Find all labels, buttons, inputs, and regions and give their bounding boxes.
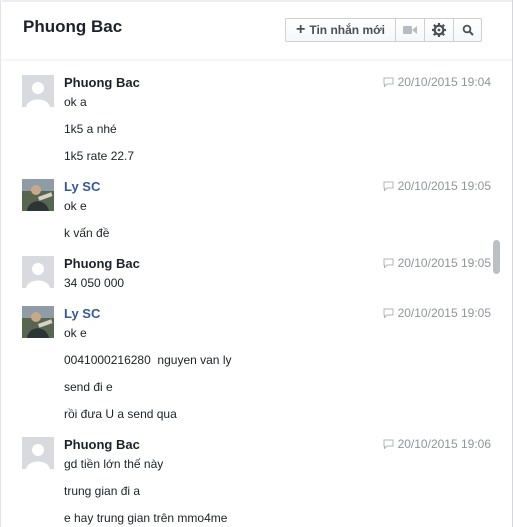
timestamp-text: 20/10/2015 19:05 [397, 179, 491, 193]
message-text: ok e [64, 199, 87, 213]
message-text: trung gian đi a [64, 484, 141, 498]
sender-name[interactable]: Phuong Bac [64, 75, 140, 90]
message-text: ok e [64, 326, 87, 340]
message-text: ok a [64, 95, 87, 109]
chat-bubble-icon [383, 308, 394, 318]
message-text: k vấn đề [64, 226, 110, 240]
sender-name[interactable]: Ly SC [64, 306, 100, 321]
scrollbar-thumb[interactable] [493, 240, 500, 274]
message-text: send đi e [64, 380, 113, 394]
default-avatar-icon [22, 256, 54, 288]
avatar[interactable] [22, 75, 54, 107]
sender-name[interactable]: Phuong Bac [64, 437, 140, 452]
chat-header: Phuong Bac + Tin nhắn mới [1, 0, 512, 60]
message-text: 1k5 a nhé [64, 122, 117, 136]
message-timestamp: 20/10/2015 19:05 [383, 306, 491, 320]
video-call-button[interactable] [396, 19, 425, 41]
timestamp-text: 20/10/2015 19:06 [397, 437, 491, 451]
message-timestamp: 20/10/2015 19:04 [383, 75, 491, 89]
plus-icon: + [296, 21, 306, 38]
header-toolbar: + Tin nhắn mới [285, 18, 482, 42]
avatar[interactable] [22, 256, 54, 288]
message-list[interactable]: Phuong Bac 20/10/2015 19:04 ok a 1k5 a n… [1, 60, 491, 527]
avatar[interactable] [22, 437, 54, 469]
message-text: 34 050 000 [64, 276, 125, 290]
message-timestamp: 20/10/2015 19:05 [383, 179, 491, 193]
timestamp-text: 20/10/2015 19:05 [397, 256, 491, 270]
gear-icon [432, 23, 446, 37]
avatar[interactable] [22, 306, 54, 338]
new-message-button[interactable]: + Tin nhắn mới [286, 19, 396, 41]
new-message-label: Tin nhắn mới [309, 23, 385, 37]
user-photo [22, 306, 54, 338]
sender-name[interactable]: Ly SC [64, 179, 100, 194]
chat-bubble-icon [383, 439, 394, 449]
chat-window: Phuong Bac + Tin nhắn mới Phuong Bac 20/… [0, 0, 513, 527]
search-button[interactable] [454, 19, 481, 41]
settings-button[interactable] [425, 19, 454, 41]
header-accent [2, 0, 512, 2]
timestamp-text: 20/10/2015 19:04 [397, 75, 491, 89]
message-timestamp: 20/10/2015 19:05 [383, 256, 491, 270]
user-photo [22, 179, 54, 211]
video-icon [403, 26, 417, 34]
chat-bubble-icon [383, 77, 394, 87]
chat-bubble-icon [383, 181, 394, 191]
message-text: 1k5 rate 22.7 [64, 149, 135, 163]
default-avatar-icon [22, 437, 54, 469]
message-text: rồi đưa U a send qua [64, 407, 177, 421]
message-text: 0041000216280 nguyen van ly [64, 353, 232, 367]
chat-bubble-icon [383, 258, 394, 268]
default-avatar-icon [22, 75, 54, 107]
search-icon [462, 24, 474, 36]
message-timestamp: 20/10/2015 19:06 [383, 437, 491, 451]
message-text: e hay trung gian trên mmo4me [64, 511, 228, 525]
avatar[interactable] [22, 179, 54, 211]
sender-name[interactable]: Phuong Bac [64, 256, 140, 271]
conversation-title: Phuong Bac [23, 17, 123, 36]
timestamp-text: 20/10/2015 19:05 [397, 306, 491, 320]
message-text: gd tiền lớn thế này [64, 457, 164, 471]
